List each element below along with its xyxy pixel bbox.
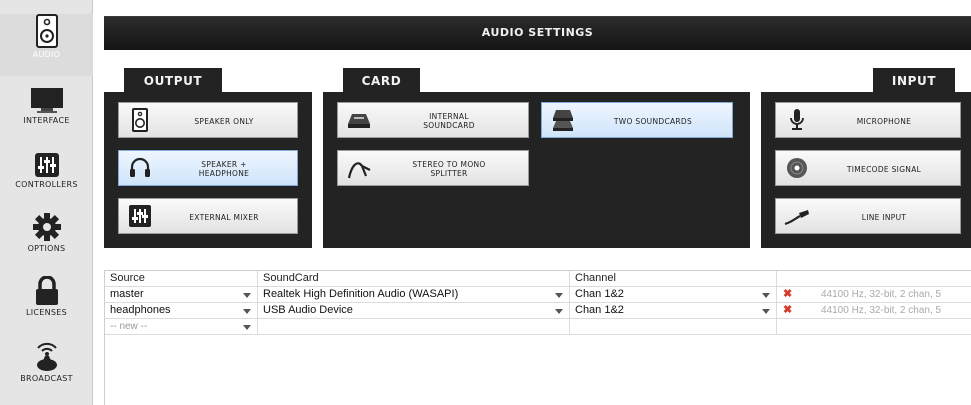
sidebar-item-label: LICENSES xyxy=(25,308,68,317)
two-soundcards-icon xyxy=(553,110,573,131)
chevron-down-icon xyxy=(555,309,563,314)
soundcard-select[interactable]: USB Audio Device xyxy=(258,303,570,319)
input-tab: INPUT xyxy=(873,68,955,92)
button-label: MICROPHONE xyxy=(856,116,912,126)
button-label: STEREO TO MONO SPLITTER xyxy=(412,160,486,178)
sidebar-item-label: BROADCAST xyxy=(20,374,73,383)
remove-row-icon[interactable]: ✖ xyxy=(783,287,792,302)
mixer-sliders-icon xyxy=(34,153,59,177)
audio-format-text: 44100 Hz, 32-bit, 2 chan, 5 xyxy=(821,289,942,300)
headphone-icon xyxy=(130,157,150,177)
broadcast-icon xyxy=(36,342,57,371)
format-cell: ✖ 44100 Hz, 32-bit, 2 chan, 5 xyxy=(777,287,971,303)
speaker-icon xyxy=(35,14,58,48)
sidebar-item-label: CONTROLLERS xyxy=(15,180,78,189)
microphone-button[interactable]: MICROPHONE xyxy=(775,102,961,138)
chevron-down-icon xyxy=(243,293,251,298)
empty-cell xyxy=(777,319,971,335)
chevron-down-icon xyxy=(762,293,770,298)
button-label: EXTERNAL MIXER xyxy=(189,212,259,222)
external-mixer-button[interactable]: EXTERNAL MIXER xyxy=(118,198,298,234)
button-label: SPEAKER + HEADPHONE xyxy=(198,160,250,178)
source-select[interactable]: headphones xyxy=(105,303,258,319)
source-select[interactable]: master xyxy=(105,287,258,303)
sidebar-item-label: OPTIONS xyxy=(27,244,66,253)
button-label: SPEAKER ONLY xyxy=(194,116,254,126)
sidebar: AUDIO INTERFACE CONTROLLERS OPTIONS LICE… xyxy=(0,0,93,405)
table-row-new: -- new -- xyxy=(105,319,971,335)
page-title: AUDIO SETTINGS xyxy=(481,26,594,39)
table-row: headphones USB Audio Device Chan 1&2 ✖ 4… xyxy=(105,303,971,319)
soundcard-icon xyxy=(348,114,370,128)
speaker-only-button[interactable]: SPEAKER ONLY xyxy=(118,102,298,138)
speaker-icon xyxy=(132,108,148,132)
channel-select[interactable]: Chan 1&2 xyxy=(570,303,777,319)
empty-cell xyxy=(570,319,777,335)
chevron-down-icon xyxy=(243,309,251,314)
new-source-select[interactable]: -- new -- xyxy=(105,319,258,335)
table-header-row: Source SoundCard Channel xyxy=(105,271,971,287)
soundcard-select[interactable]: Realtek High Definition Audio (WASAPI) xyxy=(258,287,570,303)
format-cell: ✖ 44100 Hz, 32-bit, 2 chan, 5 xyxy=(777,303,971,319)
source-value: headphones xyxy=(110,304,171,316)
padlock-icon xyxy=(35,276,58,305)
channel-value: Chan 1&2 xyxy=(575,288,624,300)
column-header-soundcard: SoundCard xyxy=(258,271,570,287)
line-cable-icon xyxy=(784,210,809,226)
audio-settings-header: AUDIO SETTINGS xyxy=(104,16,971,50)
button-label: INTERNAL SOUNDCARD xyxy=(423,112,475,130)
routing-table: Source SoundCard Channel master Realtek … xyxy=(104,270,971,405)
output-tab: OUTPUT xyxy=(124,68,222,92)
chevron-down-icon xyxy=(762,309,770,314)
two-soundcards-button[interactable]: TWO SOUNDCARDS xyxy=(541,102,733,138)
splitter-cable-icon xyxy=(347,162,371,179)
button-label: LINE INPUT xyxy=(861,212,907,222)
line-input-button[interactable]: LINE INPUT xyxy=(775,198,961,234)
sidebar-item-label: AUDIO xyxy=(32,50,61,59)
sidebar-item-broadcast[interactable]: BROADCAST xyxy=(0,338,93,398)
timecode-signal-button[interactable]: TIMECODE SIGNAL xyxy=(775,150,961,186)
column-header-source: Source xyxy=(105,271,258,287)
mixer-sliders-icon xyxy=(129,205,151,227)
empty-cell xyxy=(258,319,570,335)
input-panel: MICROPHONE TIMECODE SIGNAL LINE INPUT xyxy=(761,92,971,248)
vinyl-icon xyxy=(787,158,807,178)
channel-value: Chan 1&2 xyxy=(575,304,624,316)
soundcard-value: USB Audio Device xyxy=(263,304,353,316)
sidebar-item-audio[interactable]: AUDIO xyxy=(0,14,93,76)
table-row: master Realtek High Definition Audio (WA… xyxy=(105,287,971,303)
output-panel: SPEAKER ONLY SPEAKER + HEADPHONE EXTERNA… xyxy=(104,92,312,248)
sidebar-item-options[interactable]: OPTIONS xyxy=(0,212,93,264)
remove-row-icon[interactable]: ✖ xyxy=(783,303,792,318)
channel-select[interactable]: Chan 1&2 xyxy=(570,287,777,303)
routing-grid: Source SoundCard Channel master Realtek … xyxy=(104,270,971,405)
sidebar-item-licenses[interactable]: LICENSES xyxy=(0,276,93,328)
soundcard-value: Realtek High Definition Audio (WASAPI) xyxy=(263,288,459,300)
chevron-down-icon xyxy=(243,325,251,330)
card-panel: INTERNAL SOUNDCARD TWO SOUNDCARDS STEREO… xyxy=(323,92,750,248)
monitor-icon xyxy=(30,88,63,113)
internal-soundcard-button[interactable]: INTERNAL SOUNDCARD xyxy=(337,102,529,138)
button-label: TWO SOUNDCARDS xyxy=(613,116,693,126)
speaker-headphone-button[interactable]: SPEAKER + HEADPHONE xyxy=(118,150,298,186)
sidebar-item-interface[interactable]: INTERFACE xyxy=(0,86,93,138)
column-header-empty xyxy=(777,271,971,287)
microphone-icon xyxy=(790,109,804,130)
gear-icon xyxy=(32,213,61,241)
stereo-to-mono-splitter-button[interactable]: STEREO TO MONO SPLITTER xyxy=(337,150,529,186)
card-tab: CARD xyxy=(343,68,420,92)
button-label: TIMECODE SIGNAL xyxy=(846,164,922,174)
audio-format-text: 44100 Hz, 32-bit, 2 chan, 5 xyxy=(821,305,942,316)
sidebar-item-controllers[interactable]: CONTROLLERS xyxy=(0,152,93,202)
sidebar-item-label: INTERFACE xyxy=(23,116,70,125)
chevron-down-icon xyxy=(555,293,563,298)
column-header-channel: Channel xyxy=(570,271,777,287)
source-value: master xyxy=(110,288,144,300)
new-row-placeholder: -- new -- xyxy=(110,321,148,332)
